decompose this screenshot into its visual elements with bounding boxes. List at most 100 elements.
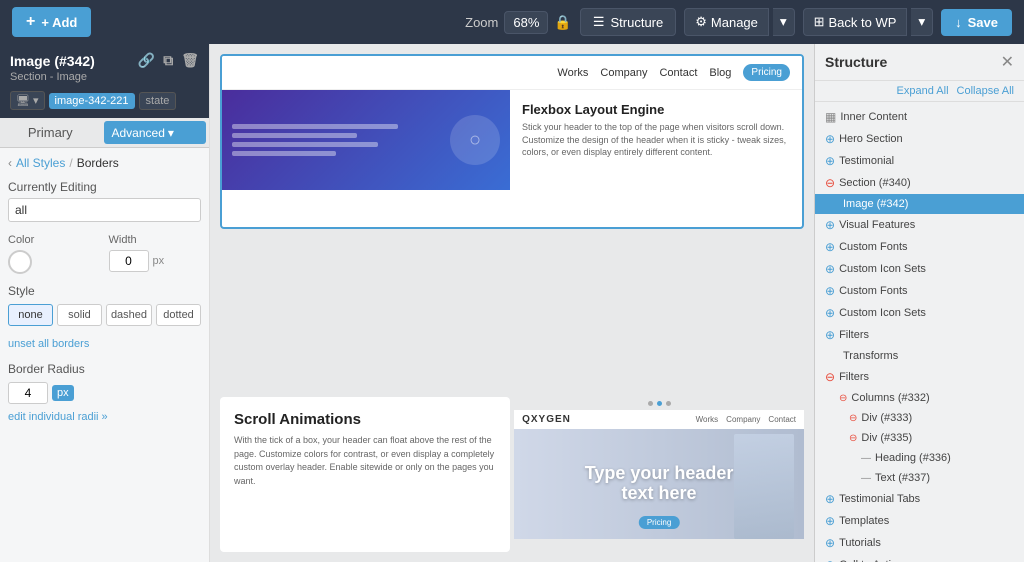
- tree-item-custom-icon-sets-2[interactable]: ⊕ Custom Icon Sets: [815, 302, 1024, 324]
- tree-item-label: Custom Fonts: [839, 285, 907, 297]
- topbar: + + Add Zoom 68% 🔒 ☰ Structure ⚙ Manage …: [0, 0, 1024, 44]
- zoom-value[interactable]: 68%: [504, 11, 548, 34]
- manage-button[interactable]: ⚙ Manage: [684, 8, 769, 36]
- style-field: Style none solid dashed dotted: [8, 284, 201, 326]
- width-input-row: px: [109, 250, 202, 272]
- expand-all-link[interactable]: Expand All: [897, 85, 949, 97]
- wp-icon: ⚙: [695, 14, 707, 30]
- preview-bottom-left: Scroll Animations With the tick of a box…: [220, 397, 510, 552]
- tree-item-custom-fonts-1[interactable]: ⊕ Custom Fonts: [815, 236, 1024, 258]
- lock-icon[interactable]: 🔒: [554, 14, 571, 31]
- unset-borders-link[interactable]: unset all borders: [8, 338, 201, 350]
- nav-blog: Blog: [709, 67, 731, 79]
- manage-label: Manage: [711, 15, 758, 30]
- tree-item-heading-336[interactable]: — Heading (#336): [815, 448, 1024, 468]
- tree-item-templates[interactable]: ⊕ Templates: [815, 510, 1024, 532]
- tab-advanced[interactable]: Advanced ▾: [104, 121, 207, 144]
- tree-item-transforms[interactable]: Transforms: [815, 346, 1024, 366]
- tree-item-columns-332[interactable]: ⊖ Columns (#332): [815, 388, 1024, 408]
- tree-item-inner-content[interactable]: ▦ Inner Content: [815, 106, 1024, 128]
- minus-small-icon: ⊖: [849, 433, 857, 444]
- tree-item-call-to-action[interactable]: ⊕ Call to Action: [815, 554, 1024, 562]
- style-label: Style: [8, 284, 201, 298]
- breadcrumb-all-styles[interactable]: All Styles: [16, 156, 65, 170]
- tree-item-custom-icon-sets-1[interactable]: ⊕ Custom Icon Sets: [815, 258, 1024, 280]
- edit-radii-link[interactable]: edit individual radii »: [8, 411, 108, 423]
- hero-area: ○ Flexbox Layout Engine Stick your heade…: [222, 90, 802, 220]
- plus-icon: ⊕: [825, 132, 835, 146]
- delete-icon[interactable]: 🗑: [181, 52, 199, 69]
- save-button[interactable]: ↓ Save: [941, 9, 1012, 36]
- screen-selector[interactable]: 🖥 ▾: [10, 91, 45, 110]
- back-to-wp-dropdown-button[interactable]: ▾: [911, 8, 933, 36]
- canvas: Works Company Contact Blog Pricing: [210, 44, 814, 562]
- plus-icon: ⊕: [825, 240, 835, 254]
- collapse-all-link[interactable]: Collapse All: [957, 85, 1014, 97]
- zoom-area: Zoom 68% 🔒: [465, 11, 572, 34]
- hero-left: [232, 124, 440, 156]
- br-logo: QXYGEN: [522, 414, 571, 425]
- style-dashed-button[interactable]: dashed: [106, 304, 152, 326]
- structure-button[interactable]: ☰ Structure: [580, 8, 676, 36]
- tree-item-hero-section[interactable]: ⊕ Hero Section: [815, 128, 1024, 150]
- br-nav-company: Company: [726, 415, 760, 424]
- style-dotted-button[interactable]: dotted: [156, 304, 201, 326]
- tree-item-visual-features[interactable]: ⊕ Visual Features: [815, 214, 1024, 236]
- minus-small-icon: ⊖: [839, 393, 847, 404]
- tree-item-testimonial[interactable]: ⊕ Testimonial: [815, 150, 1024, 172]
- panel-action-icons: 🔗 ⧉ 🗑: [138, 52, 199, 69]
- panel-section-label: Section - Image: [10, 69, 199, 85]
- dot-1: [648, 401, 653, 406]
- color-width-row: Color Width px: [8, 234, 201, 274]
- hero-title: Flexbox Layout Engine: [522, 102, 790, 117]
- border-radius-label: Border Radius: [8, 362, 201, 376]
- state-badge[interactable]: state: [139, 92, 177, 110]
- tree-item-filters-2[interactable]: ⊖ Filters: [815, 366, 1024, 388]
- tree-item-label: Tutorials: [839, 537, 881, 549]
- tree-item-text-337[interactable]: — Text (#337): [815, 468, 1024, 488]
- tab-primary[interactable]: Primary: [0, 118, 101, 147]
- plus-icon: ⊕: [825, 536, 835, 550]
- element-id-row: 🖥 ▾ image-342-221 state: [10, 85, 199, 114]
- tree-item-div-335[interactable]: ⊖ Div (#335): [815, 428, 1024, 448]
- manage-dropdown-button[interactable]: ▾: [773, 8, 795, 36]
- br-header: QXYGEN Works Company Contact: [514, 410, 804, 429]
- tree-item-div-333[interactable]: ⊖ Div (#333): [815, 408, 1024, 428]
- close-structure-button[interactable]: ✕: [1001, 52, 1014, 72]
- br-pricing-button: Pricing: [639, 516, 679, 529]
- plus-icon: ⊕: [825, 284, 835, 298]
- pricing-button: Pricing: [743, 64, 790, 81]
- main-layout: Image (#342) 🔗 ⧉ 🗑 Section - Image 🖥 ▾ i…: [0, 44, 1024, 562]
- add-button[interactable]: + + Add: [12, 7, 91, 37]
- nav-company: Company: [600, 67, 647, 79]
- currently-editing-select[interactable]: all: [8, 198, 201, 222]
- tree-item-label: Visual Features: [839, 219, 915, 231]
- color-swatch[interactable]: [8, 250, 32, 274]
- tree-item-tutorials[interactable]: ⊕ Tutorials: [815, 532, 1024, 554]
- copy-icon[interactable]: ⧉: [163, 52, 173, 69]
- width-unit: px: [153, 255, 165, 267]
- link-icon[interactable]: 🔗: [138, 52, 155, 69]
- expand-collapse-row: Expand All Collapse All: [815, 81, 1024, 102]
- tree-item-label: Templates: [839, 515, 889, 527]
- tree-item-image-342[interactable]: Image (#342): [815, 194, 1024, 214]
- tree-item-label: Filters: [839, 371, 869, 383]
- plus-icon: ⊕: [825, 514, 835, 528]
- tree-item-testimonial-tabs[interactable]: ⊕ Testimonial Tabs: [815, 488, 1024, 510]
- currently-editing-field: Currently Editing all: [8, 180, 201, 222]
- tree-item-custom-fonts-2[interactable]: ⊕ Custom Fonts: [815, 280, 1024, 302]
- element-id-badge[interactable]: image-342-221: [49, 93, 135, 109]
- plus-icon: ⊕: [825, 558, 835, 562]
- tree-item-section-340[interactable]: ⊖ Section (#340): [815, 172, 1024, 194]
- br-nav-works: Works: [696, 415, 719, 424]
- dots-row: [514, 397, 804, 410]
- radius-input[interactable]: [8, 382, 48, 404]
- advanced-arrow: ▾: [168, 126, 174, 140]
- tree-item-filters-1[interactable]: ⊕ Filters: [815, 324, 1024, 346]
- breadcrumb-back-icon[interactable]: ‹: [8, 156, 12, 170]
- width-input[interactable]: [109, 250, 149, 272]
- style-none-button[interactable]: none: [8, 304, 53, 326]
- dot-2: [657, 401, 662, 406]
- style-solid-button[interactable]: solid: [57, 304, 102, 326]
- back-to-wp-button[interactable]: ⊞ Back to WP: [803, 8, 908, 36]
